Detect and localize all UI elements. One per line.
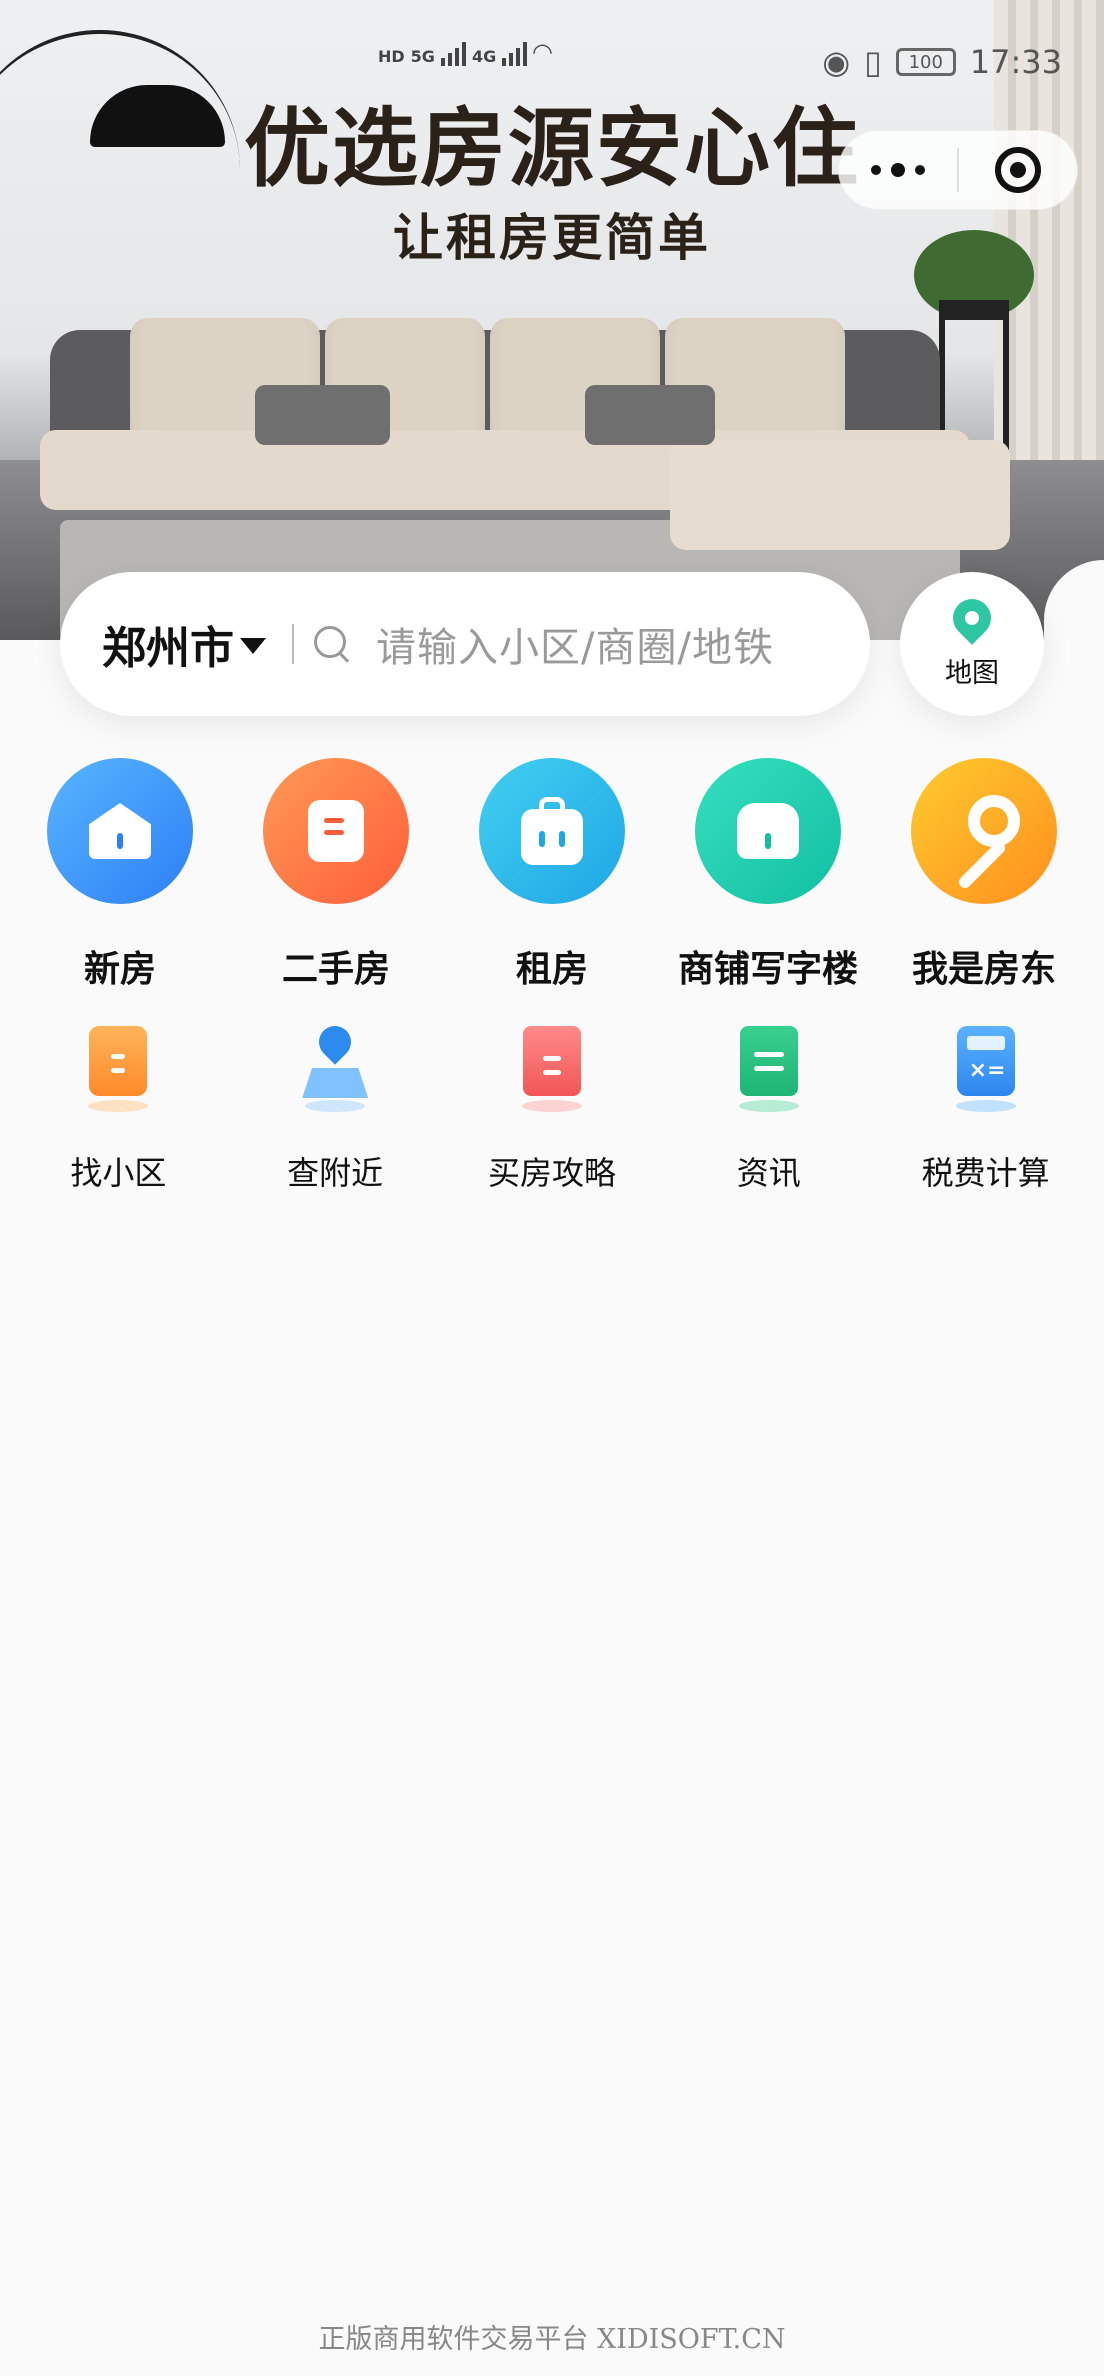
- map-button[interactable]: 地图: [900, 572, 1044, 716]
- sofa-pillow: [255, 385, 390, 445]
- category-label: 新房: [83, 949, 156, 990]
- icon-shadow: [521, 1100, 582, 1112]
- sub-category-label: 资讯: [736, 1154, 801, 1192]
- sofa-chaise: [670, 440, 1010, 550]
- sub-category-label: 税费计算: [921, 1154, 1050, 1192]
- status-network: HD 5G 4G ◠: [378, 38, 552, 66]
- search-bar: 郑州市 请输入小区/商圈/地铁: [60, 572, 870, 716]
- building-icon: [85, 1026, 151, 1098]
- status-time: 17:33: [969, 43, 1062, 81]
- city-selector[interactable]: 郑州市: [102, 612, 266, 676]
- sub-category-label: 找小区: [70, 1154, 167, 1192]
- eye-icon: ◉: [822, 43, 851, 81]
- suitcase-icon: [479, 758, 625, 904]
- house-icon: [47, 758, 193, 904]
- icon-shadow: [955, 1100, 1016, 1112]
- hd-icon: HD: [378, 47, 405, 66]
- sub-category-grid: 找小区 查附近 买房攻略 资讯 ×= 税费计算: [0, 1019, 1104, 1194]
- sub-tax-calculator[interactable]: ×= 税费计算: [886, 1026, 1086, 1194]
- icon-shadow: [305, 1100, 366, 1112]
- search-divider: [292, 624, 294, 664]
- sub-category-label: 查附近: [287, 1154, 384, 1192]
- more-dot-icon: [891, 163, 905, 177]
- battery-level: 100: [908, 51, 943, 73]
- sofa-pillow: [585, 385, 715, 445]
- signal-icon: [440, 42, 466, 66]
- wifi-icon: ◠: [533, 38, 552, 66]
- more-dot-icon: [871, 165, 881, 175]
- category-landlord[interactable]: 我是房东: [884, 758, 1084, 992]
- search-input[interactable]: 请输入小区/商圈/地铁: [376, 615, 774, 673]
- category-new-house[interactable]: 新房: [20, 758, 220, 992]
- banner[interactable]: 优选房源安心住 让租房更简单: [0, 0, 1104, 640]
- main-category-grid: 新房 二手房 租房 商铺写字楼 我是房东: [0, 758, 1104, 992]
- map-label: 地图: [945, 657, 999, 689]
- sub-category-label: 买房攻略: [487, 1154, 616, 1192]
- document-icon: [263, 758, 409, 904]
- search-icon: [314, 626, 350, 662]
- caret-down-icon: [240, 638, 266, 654]
- location-pin-icon: [302, 1019, 369, 1098]
- network-5g-label: 5G: [410, 47, 435, 66]
- sub-nearby[interactable]: 查附近: [235, 1019, 435, 1194]
- more-dot-icon: [915, 165, 925, 175]
- close-target-icon: [994, 147, 1041, 193]
- city-label: 郑州市: [102, 623, 234, 674]
- more-button[interactable]: [839, 131, 957, 209]
- category-label: 商铺写字楼: [677, 949, 858, 990]
- mini-program-capsule: [838, 130, 1078, 210]
- shop-icon: [695, 758, 841, 904]
- vibrate-icon: ▯: [864, 43, 882, 81]
- sub-find-community[interactable]: 找小区: [18, 1026, 218, 1194]
- signal-icon: [502, 42, 528, 66]
- category-shop-office[interactable]: 商铺写字楼: [668, 758, 868, 992]
- status-bar: ◉ ▯ 100 17:33: [822, 40, 1062, 84]
- news-doc-icon: [736, 1026, 802, 1098]
- icon-shadow: [88, 1100, 149, 1112]
- category-label: 租房: [515, 949, 588, 990]
- sub-buying-guide[interactable]: 买房攻略: [452, 1026, 652, 1194]
- map-pin-icon: [945, 590, 999, 645]
- category-label: 我是房东: [911, 949, 1056, 990]
- book-icon: [519, 1026, 585, 1098]
- close-button[interactable]: [959, 131, 1077, 209]
- footer-text: 正版商用软件交易平台 XIDISOFT.CN: [318, 2324, 786, 2355]
- key-icon: [911, 758, 1057, 904]
- calculator-icon: ×=: [953, 1026, 1019, 1098]
- network-4g-label: 4G: [471, 47, 497, 66]
- category-label: 二手房: [281, 949, 390, 990]
- sub-news[interactable]: 资讯: [669, 1026, 869, 1194]
- icon-shadow: [738, 1100, 799, 1112]
- battery-icon: 100: [895, 48, 956, 76]
- category-rent[interactable]: 租房: [452, 758, 652, 992]
- category-second-hand[interactable]: 二手房: [236, 758, 436, 992]
